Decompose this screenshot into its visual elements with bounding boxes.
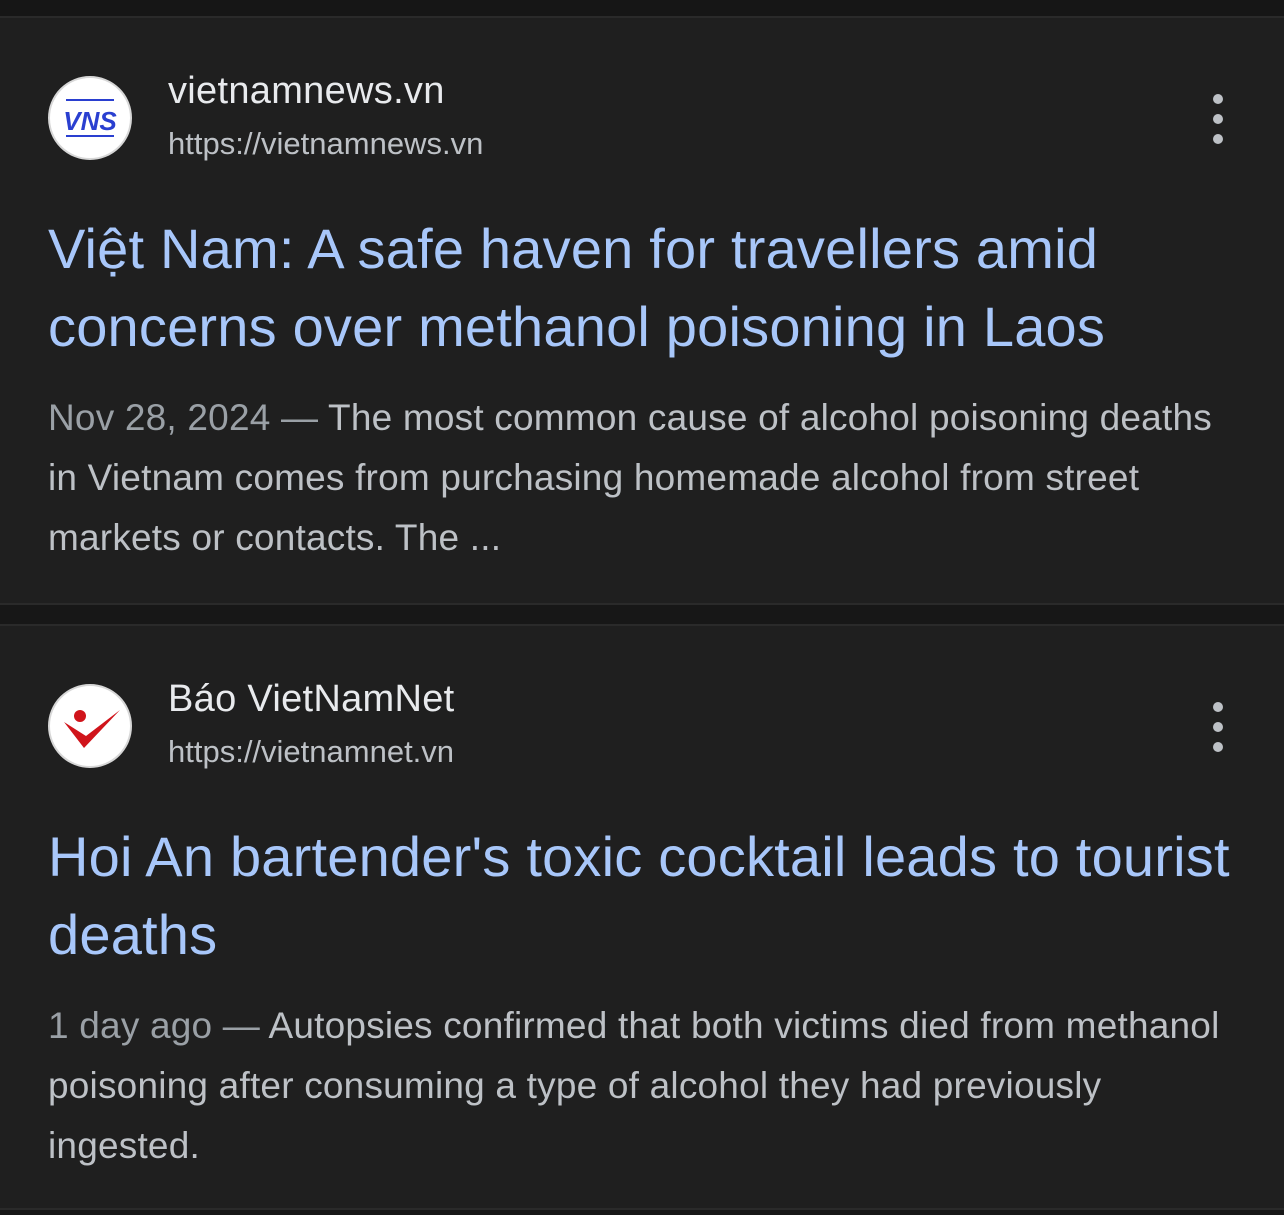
- result-date: 1 day ago: [48, 1005, 213, 1046]
- vns-logo-text: VNS: [63, 106, 117, 136]
- result-title-link[interactable]: Hoi An bartender's toxic cocktail leads …: [48, 818, 1248, 974]
- vietnamnet-favicon-icon: [48, 684, 132, 768]
- site-url: https://vietnamnews.vn: [168, 126, 484, 161]
- result-snippet: 1 day ago — Autopsies confirmed that bot…: [48, 996, 1248, 1176]
- search-result-1: VNS vietnamnews.vn https://vietnamnews.v…: [0, 18, 1284, 605]
- result-date: Nov 28, 2024: [48, 397, 271, 438]
- date-separator: —: [212, 1005, 269, 1046]
- result-snippet: Nov 28, 2024 — The most common cause of …: [48, 388, 1248, 568]
- site-name: Báo VietNamNet: [168, 678, 455, 720]
- more-options-button[interactable]: [1198, 700, 1238, 756]
- result-title-link[interactable]: Việt Nam: A safe haven for travellers am…: [48, 210, 1248, 366]
- top-divider: [0, 0, 1284, 18]
- source-row[interactable]: Báo VietNamNet https://vietnamnet.vn: [48, 678, 1248, 784]
- search-result-2: Báo VietNamNet https://vietnamnet.vn Hoi…: [0, 624, 1284, 1210]
- date-separator: —: [270, 397, 329, 438]
- vns-favicon-icon: VNS: [48, 76, 132, 160]
- site-url: https://vietnamnet.vn: [168, 734, 455, 769]
- more-options-button[interactable]: [1198, 92, 1238, 148]
- site-name: vietnamnews.vn: [168, 70, 445, 112]
- source-row[interactable]: VNS vietnamnews.vn https://vietnamnews.v…: [48, 70, 1248, 176]
